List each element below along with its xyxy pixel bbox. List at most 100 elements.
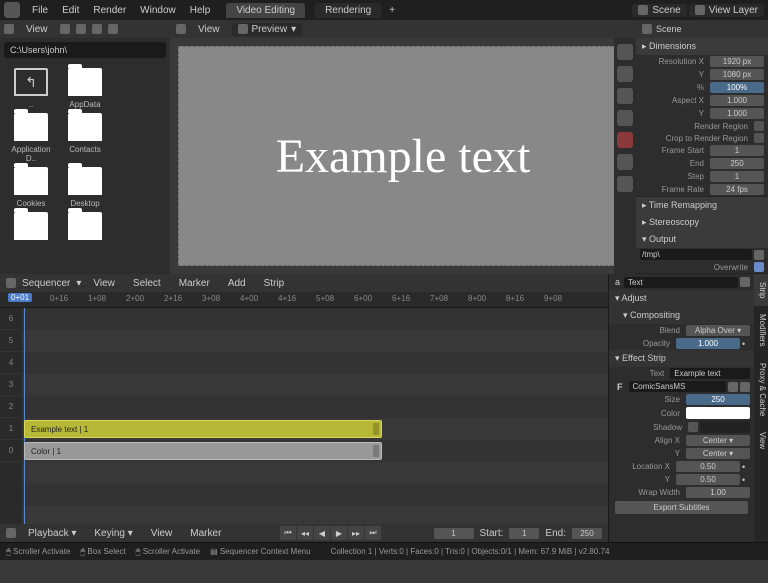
pan-icon[interactable] [617, 44, 633, 60]
seq-menu-select[interactable]: Select [127, 276, 167, 291]
size-field[interactable]: 250 [686, 394, 750, 405]
folder-item[interactable] [60, 212, 110, 244]
seq-menu-strip[interactable]: Strip [258, 276, 291, 291]
strip-text[interactable]: Example text | 1 [24, 420, 382, 438]
strip-handle[interactable] [373, 423, 379, 435]
folder-icon[interactable] [728, 382, 738, 392]
tab-view[interactable]: View [754, 424, 768, 457]
playhead[interactable] [24, 308, 25, 524]
panel-compositing[interactable]: ▾ Compositing [609, 307, 754, 324]
color-swatch[interactable] [686, 407, 750, 419]
sequencer-tracks[interactable]: 6 5 4 3 2 1 0 Example text | 1 Color | 1 [0, 308, 608, 524]
panel-dimensions[interactable]: ▸ Dimensions [636, 38, 768, 55]
path-input[interactable]: C:\Users\john\ [4, 42, 166, 58]
refresh-icon[interactable] [108, 24, 118, 34]
menu-help[interactable]: Help [184, 3, 217, 18]
tool-icon[interactable] [617, 176, 633, 192]
footer-marker[interactable]: Marker [184, 526, 227, 541]
up-icon[interactable] [92, 24, 102, 34]
crop-region-check[interactable] [754, 133, 764, 143]
timeline-ruler[interactable]: 0+01 0+16 1+08 2+00 2+16 3+08 4+00 4+16 … [0, 292, 608, 308]
tab-modifiers[interactable]: Modifiers [754, 306, 768, 354]
jump-end-button[interactable]: ⏭ [365, 526, 381, 540]
seq-menu-add[interactable]: Add [222, 276, 252, 291]
forward-icon[interactable] [76, 24, 86, 34]
frame-step-field[interactable]: 1 [710, 171, 764, 182]
panel-time-remapping[interactable]: ▸ Time Remapping [636, 197, 768, 214]
frame-rate-field[interactable]: 24 fps [710, 184, 764, 195]
resolution-pct-field[interactable]: 100% [710, 82, 764, 93]
menu-render[interactable]: Render [87, 3, 132, 18]
strip-handle[interactable] [373, 445, 379, 457]
strip-name-field[interactable]: Text [624, 277, 738, 288]
text-content-field[interactable]: Example text [670, 368, 750, 379]
tab-strip[interactable]: Strip [754, 274, 768, 306]
back-icon[interactable] [60, 24, 70, 34]
panel-output[interactable]: ▾ Output [636, 231, 768, 248]
frame-end-field[interactable]: 250 [710, 158, 764, 169]
alignx-select[interactable]: Center ▾ [686, 435, 750, 446]
current-frame-field[interactable]: 1 [434, 528, 474, 539]
aligny-select[interactable]: Center ▾ [686, 448, 750, 459]
export-subtitles-button[interactable]: Export Subtitles [615, 501, 748, 514]
frame-start-field[interactable]: 1 [710, 145, 764, 156]
render-icon[interactable] [617, 132, 633, 148]
seq-menu-view[interactable]: View [87, 276, 121, 291]
editor-type-icon[interactable] [176, 24, 186, 34]
clock-icon[interactable] [6, 528, 16, 538]
panel-adjust[interactable]: ▾ Adjust [609, 290, 754, 307]
preview-mode-selector[interactable]: Preview ▾ [232, 23, 303, 36]
fb-menu-view[interactable]: View [20, 22, 54, 37]
panel-effect-strip[interactable]: ▾ Effect Strip [609, 350, 754, 367]
folder-appdata[interactable]: AppData [60, 68, 110, 109]
keyframe-prev-button[interactable]: ◂◂ [297, 526, 313, 540]
aspect-y-field[interactable]: 1.000 [710, 108, 764, 119]
font-field[interactable]: ComicSansMS [629, 381, 727, 392]
viewlayer-selector[interactable]: View Layer [689, 4, 764, 17]
workspace-tab-video-editing[interactable]: Video Editing [226, 3, 305, 18]
tool-icon[interactable] [617, 88, 633, 104]
aspect-x-field[interactable]: 1.000 [710, 95, 764, 106]
tab-proxy-cache[interactable]: Proxy & Cache [754, 355, 768, 424]
folder-up[interactable]: ↰.. [6, 68, 56, 109]
pv-menu-view[interactable]: View [192, 22, 226, 37]
workspace-tab-rendering[interactable]: Rendering [315, 3, 381, 18]
overwrite-check[interactable] [754, 262, 764, 272]
folder-contacts[interactable]: Contacts [60, 113, 110, 163]
panel-stereoscopy[interactable]: ▸ Stereoscopy [636, 214, 768, 231]
scene-name[interactable]: Scene [656, 24, 682, 34]
menu-window[interactable]: Window [134, 3, 182, 18]
locx-field[interactable]: 0.50 [676, 461, 740, 472]
preview-canvas[interactable]: Example text [178, 46, 628, 266]
shadow-color-swatch[interactable] [700, 421, 750, 433]
zoom-icon[interactable] [617, 66, 633, 82]
footer-keying[interactable]: Keying ▾ [88, 526, 138, 541]
play-button[interactable]: ▶ [331, 526, 347, 540]
resolution-x-field[interactable]: 1920 px [710, 56, 764, 67]
folder-icon[interactable] [754, 250, 764, 260]
play-reverse-button[interactable]: ◀ [314, 526, 330, 540]
pin-icon[interactable] [740, 277, 750, 287]
footer-view[interactable]: View [145, 526, 179, 541]
opacity-field[interactable]: 1.000 [676, 338, 740, 349]
render-region-check[interactable] [754, 121, 764, 131]
jump-start-button[interactable]: ⏮ [280, 526, 296, 540]
keyframe-next-button[interactable]: ▸▸ [348, 526, 364, 540]
shadow-check[interactable] [688, 422, 698, 432]
folder-applicationd[interactable]: Application D.. [6, 113, 56, 163]
blend-mode-select[interactable]: Alpha Over ▾ [686, 325, 750, 336]
folder-item[interactable] [6, 212, 56, 244]
wrap-field[interactable]: 1.00 [686, 487, 750, 498]
locy-field[interactable]: 0.50 [676, 474, 740, 485]
end-frame-field[interactable]: 250 [572, 528, 602, 539]
current-frame-indicator[interactable]: 0+01 [8, 293, 32, 302]
tool-icon[interactable] [617, 154, 633, 170]
scene-selector[interactable]: Scene [632, 4, 686, 17]
workspace-add-button[interactable]: + [383, 3, 401, 18]
output-path-field[interactable]: /tmp\ [640, 249, 752, 260]
file-browser-icon[interactable] [4, 24, 14, 34]
folder-cookies[interactable]: Cookies [6, 167, 56, 208]
resolution-y-field[interactable]: 1080 px [710, 69, 764, 80]
menu-edit[interactable]: Edit [56, 3, 85, 18]
tool-icon[interactable] [617, 110, 633, 126]
